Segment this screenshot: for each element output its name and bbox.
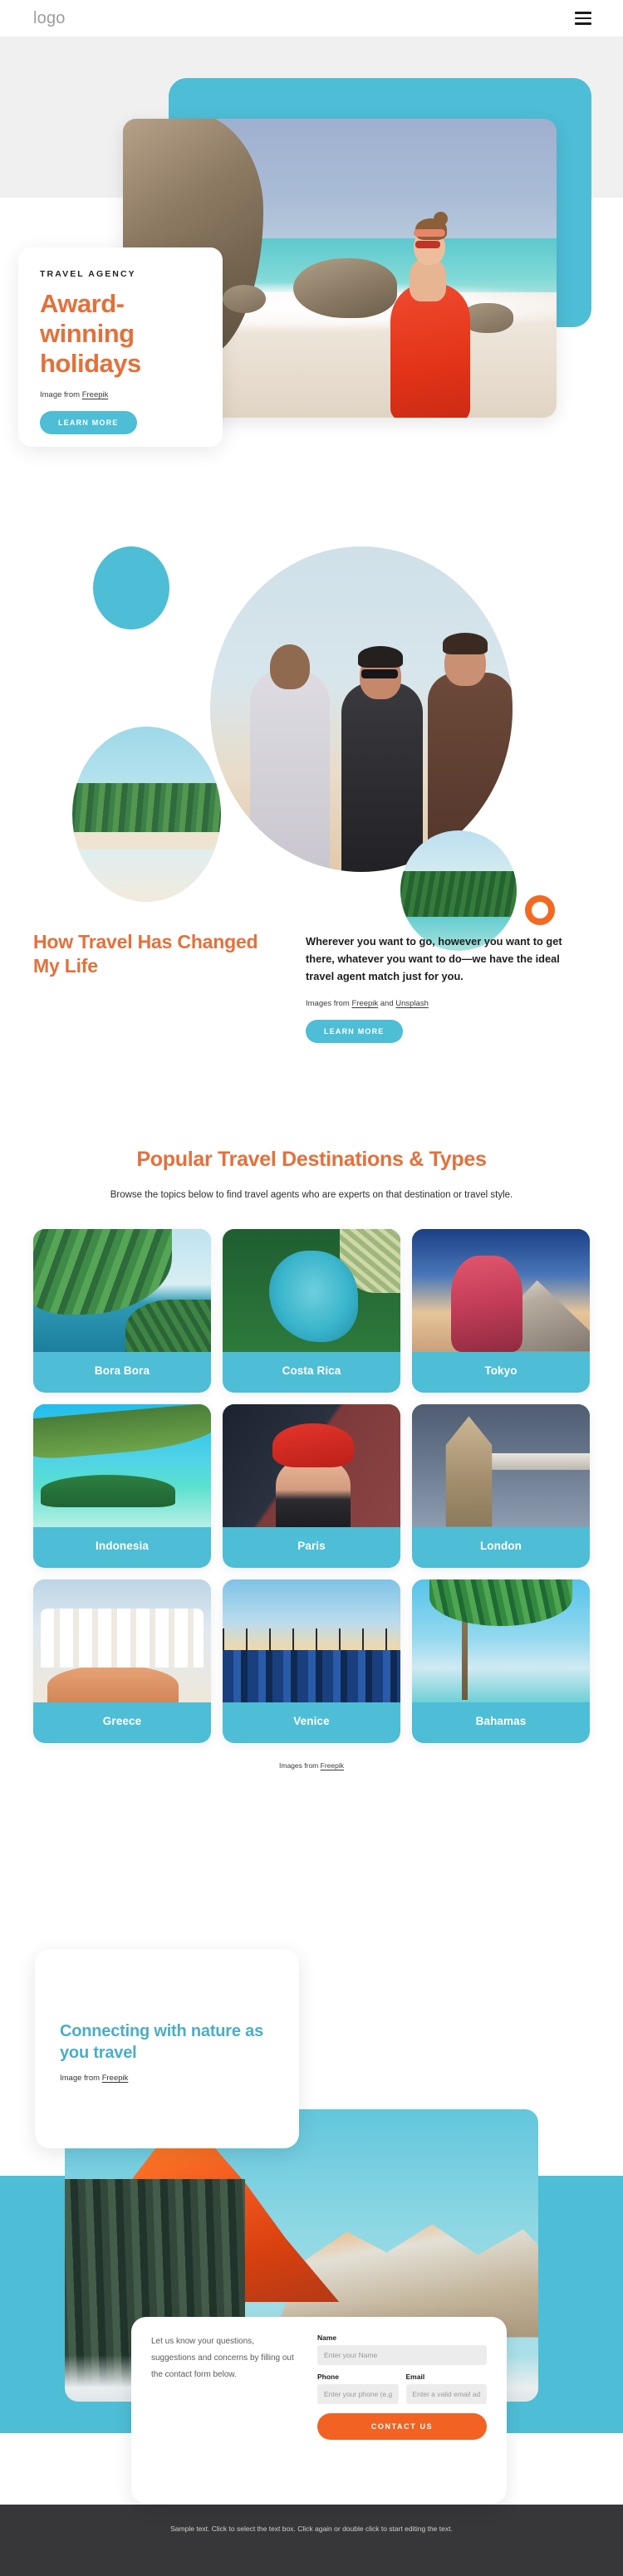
destination-scene	[412, 1228, 590, 1352]
hero-eyebrow: TRAVEL AGENCY	[40, 269, 136, 279]
destination-image	[412, 1579, 590, 1702]
destinations-subtitle: Browse the topics below to find travel a…	[110, 1190, 513, 1200]
destination-card[interactable]: Venice	[223, 1579, 400, 1743]
destination-image	[33, 1403, 211, 1527]
how-travel-title: How Travel Has Changed My Life	[33, 931, 258, 977]
destination-scene	[223, 1579, 400, 1702]
destination-card[interactable]: London	[412, 1403, 590, 1568]
how-travel-body: Wherever you want to go, however you wan…	[306, 935, 562, 982]
contact-us-button[interactable]: CONTACT US	[317, 2413, 487, 2440]
destination-label: Indonesia	[96, 1539, 149, 1552]
circles-collage	[0, 507, 623, 951]
destination-scene	[412, 1579, 590, 1702]
destination-card[interactable]: Bora Bora	[33, 1228, 211, 1393]
nature-title: Connecting with nature as you travel	[60, 2022, 264, 2062]
destination-image	[223, 1579, 400, 1702]
orange-ring-decoration	[525, 895, 555, 925]
how-travel-section: How Travel Has Changed My Life Wherever …	[0, 930, 623, 1043]
nature-credit-prefix: Image from	[60, 2074, 102, 2083]
page-root: logo TRAVEL AGENCY Award-winning holiday…	[0, 0, 623, 2576]
destination-card[interactable]: Greece	[33, 1579, 211, 1743]
destinations-header: Popular Travel Destinations & Types Brow…	[0, 1146, 623, 1204]
hero-text-card: TRAVEL AGENCY Award-winning holidays Ima…	[18, 247, 223, 447]
hero-title: Award-winning holidays	[40, 289, 141, 378]
destination-card[interactable]: Costa Rica	[223, 1228, 400, 1393]
destinations-section: Popular Travel Destinations & Types Brow…	[0, 1146, 623, 1770]
destinations-grid: Bora Bora Costa Rica Tokyo Indonesia Paris Lo…	[0, 1228, 623, 1743]
email-field-label: Email	[405, 2373, 425, 2381]
hero-section: TRAVEL AGENCY Award-winning holidays Ima…	[0, 37, 623, 468]
how-travel-left: How Travel Has Changed My Life	[33, 930, 282, 1043]
nature-credit-link[interactable]: Freepik	[102, 2074, 129, 2083]
hamburger-bar	[575, 12, 591, 14]
contact-intro: Let us know your questions, suggestions …	[151, 2337, 294, 2379]
hero-learn-more-button[interactable]: LEARN MORE	[40, 410, 137, 434]
destination-label: Paris	[297, 1539, 326, 1552]
hero-credit-link[interactable]: Freepik	[82, 390, 109, 399]
destination-label: Costa Rica	[282, 1364, 341, 1377]
destination-image	[223, 1403, 400, 1527]
destination-scene	[412, 1403, 590, 1527]
how-credit-link-freepik[interactable]: Freepik	[351, 999, 378, 1008]
hero-credit-prefix: Image from	[40, 389, 82, 399]
site-footer: Sample text. Click to select the text bo…	[0, 2505, 623, 2576]
how-credit-prefix: Images from	[306, 998, 352, 1008]
destination-label: Greece	[102, 1714, 142, 1727]
hamburger-bar	[575, 22, 591, 25]
destination-scene	[33, 1579, 211, 1702]
hero-image-credit: Image from Freepik	[40, 390, 201, 399]
footer-text[interactable]: Sample text. Click to select the text bo…	[170, 2523, 453, 2535]
how-travel-credit: Images from Freepik and Unsplash	[306, 999, 571, 1008]
logo[interactable]: logo	[33, 9, 66, 28]
destination-scene	[33, 1228, 211, 1352]
destination-label: Tokyo	[484, 1364, 518, 1377]
destinations-credit: Images from Freepik	[0, 1761, 623, 1770]
how-credit-link-unsplash[interactable]: Unsplash	[395, 999, 429, 1008]
nature-credit: Image from Freepik	[60, 2074, 274, 2083]
destination-scene	[223, 1228, 400, 1352]
destination-label: Bahamas	[475, 1714, 527, 1727]
dest-credit-link[interactable]: Freepik	[321, 1761, 344, 1770]
beach-circle-photo	[72, 727, 221, 902]
how-learn-more-button[interactable]: LEARN MORE	[306, 1019, 403, 1043]
destination-scene	[223, 1403, 400, 1527]
destinations-title: Popular Travel Destinations & Types	[136, 1148, 487, 1171]
destination-scene	[33, 1403, 211, 1527]
name-field-label: Name	[317, 2334, 337, 2342]
destination-label: London	[479, 1539, 522, 1552]
destination-card[interactable]: Paris	[223, 1403, 400, 1568]
destination-image	[33, 1228, 211, 1352]
email-input[interactable]	[405, 2384, 487, 2404]
teal-circle-decoration	[93, 546, 169, 629]
destination-card[interactable]: Tokyo	[412, 1228, 590, 1393]
how-travel-right: Wherever you want to go, however you wan…	[306, 930, 571, 1043]
hamburger-menu-icon[interactable]	[575, 12, 591, 25]
phone-input[interactable]	[317, 2384, 399, 2404]
dest-credit-prefix: Images from	[279, 1761, 321, 1770]
how-credit-mid: and	[378, 998, 396, 1008]
destination-card[interactable]: Indonesia	[33, 1403, 211, 1568]
destination-image	[33, 1579, 211, 1702]
destination-image	[412, 1228, 590, 1352]
hamburger-bar	[575, 17, 591, 20]
contact-fields: Name Phone Email CONTACT US	[317, 2334, 487, 2487]
destination-card[interactable]: Bahamas	[412, 1579, 590, 1743]
destination-image	[223, 1228, 400, 1352]
friends-circle-photo	[210, 546, 513, 872]
destination-label: Venice	[293, 1714, 330, 1727]
phone-field-label: Phone	[317, 2373, 339, 2381]
destination-label: Bora Bora	[94, 1364, 150, 1377]
site-header: logo	[0, 0, 623, 37]
contact-form-card: Let us know your questions, suggestions …	[131, 2317, 507, 2504]
destination-image	[412, 1403, 590, 1527]
name-input[interactable]	[317, 2345, 487, 2365]
nature-text-card: Connecting with nature as you travel Ima…	[35, 1949, 299, 2148]
